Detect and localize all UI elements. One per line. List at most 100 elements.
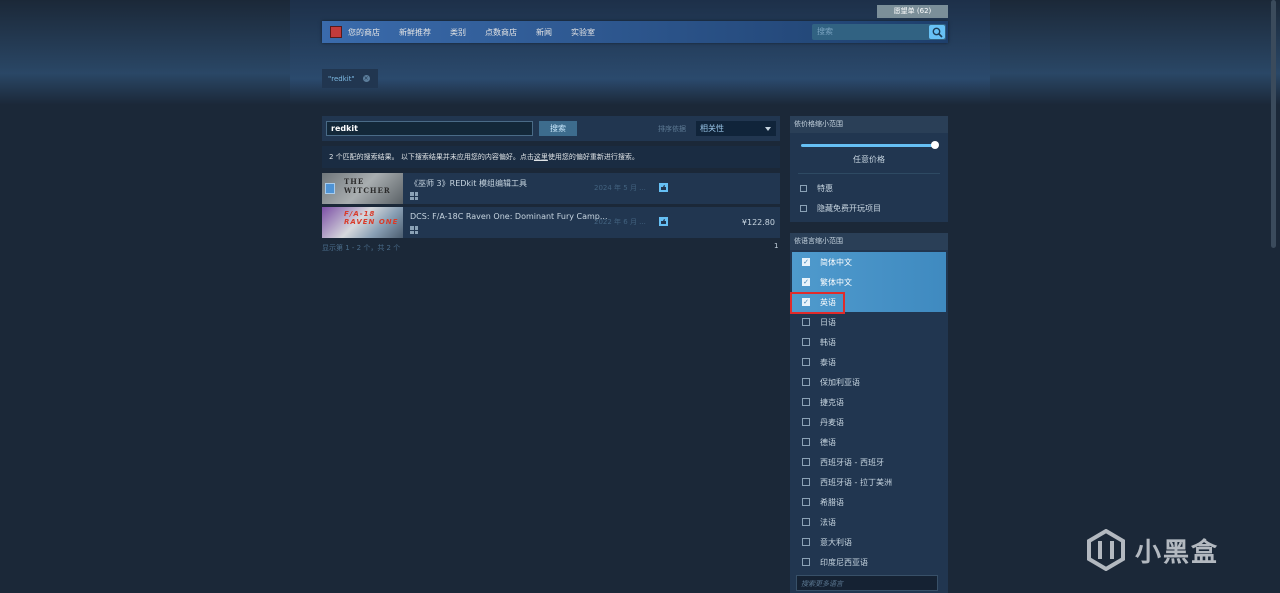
checkbox-box	[802, 398, 810, 406]
language-label: 西班牙语 - 拉丁美洲	[820, 477, 892, 487]
language-label: 德语	[820, 437, 836, 447]
nav-labs[interactable]: 实验室	[571, 27, 595, 38]
language-option[interactable]: 希腊语	[792, 492, 946, 512]
store-avatar-icon	[330, 26, 342, 38]
search-term-tag-label: "redkit"	[328, 74, 355, 83]
language-option[interactable]: 泰语	[792, 352, 946, 372]
language-label: 丹麦语	[820, 417, 844, 427]
language-filter-title: 依语言缩小范围	[790, 233, 948, 250]
language-option[interactable]: 捷克语	[792, 392, 946, 412]
language-option[interactable]: 日语	[792, 312, 946, 332]
sort-value: 相关性	[700, 124, 724, 133]
language-option[interactable]: ✓ 简体中文	[792, 252, 946, 272]
checkbox-box	[800, 184, 807, 192]
checkbox-box	[802, 478, 810, 486]
special-offers-checkbox[interactable]: 特惠	[790, 178, 948, 198]
nav-news[interactable]: 新闻	[536, 27, 552, 38]
nav-your-store-label: 您的商店	[348, 27, 380, 37]
page-number[interactable]: 1	[774, 242, 778, 250]
language-option[interactable]: 意大利语	[792, 532, 946, 552]
heybox-logo-icon	[1087, 529, 1125, 571]
close-icon[interactable]: ×	[362, 75, 370, 82]
language-label: 日语	[820, 317, 836, 327]
language-option[interactable]: 西班牙语 - 拉丁美洲	[792, 472, 946, 492]
checkbox-box	[802, 498, 810, 506]
game-capsule-image: THE WITCHER	[322, 173, 403, 204]
review-thumb-icon	[659, 183, 668, 192]
language-option[interactable]: 西班牙语 - 西班牙	[792, 452, 946, 472]
price-slider-handle[interactable]	[931, 141, 939, 149]
divider	[798, 173, 940, 174]
capsule-title: THE WITCHER	[344, 177, 391, 195]
watermark: 小黑盒	[1085, 529, 1219, 571]
store-search-input[interactable]: 搜索	[812, 24, 926, 40]
nav-points-shop[interactable]: 点数商店	[485, 27, 517, 38]
watermark-text: 小黑盒	[1135, 537, 1220, 568]
result-info-prefix: 2 个匹配的搜索结果。 以下搜索结果并未应用您的内容偏好。点击	[329, 153, 534, 161]
price-slider-value: 任意价格	[853, 155, 885, 164]
language-label: 泰语	[820, 357, 836, 367]
search-result-row[interactable]: THE WITCHER 《巫师 3》REDkit 模组编辑工具 2024 年 5…	[322, 173, 780, 204]
search-result-info: 2 个匹配的搜索结果。 以下搜索结果并未应用您的内容偏好。点击这里使用您的偏好重…	[322, 146, 780, 168]
results-count: 显示第 1 - 2 个，共 2 个	[322, 244, 401, 252]
search-icon	[932, 27, 943, 38]
preferences-link[interactable]: 这里	[534, 153, 548, 161]
language-option[interactable]: 印度尼西亚语	[792, 552, 946, 572]
language-option[interactable]: ✓ 英语	[790, 292, 946, 314]
price-slider[interactable]	[801, 141, 939, 149]
windows-icon	[410, 226, 418, 234]
wishlist-button[interactable]: 愿望单 (62)	[877, 5, 948, 18]
chevron-down-icon	[765, 127, 771, 131]
sort-label: 排序依据	[658, 125, 686, 133]
page-scrollbar[interactable]	[1271, 0, 1276, 248]
language-label: 意大利语	[820, 537, 852, 547]
game-capsule-image: F/A-18 RAVEN ONE	[322, 207, 403, 238]
language-option[interactable]: 韩语	[792, 332, 946, 352]
checkbox-box	[802, 418, 810, 426]
capsule-title: F/A-18 RAVEN ONE	[344, 210, 399, 226]
result-title: 《巫师 3》REDkit 模组编辑工具	[410, 179, 527, 188]
store-nav-bar: 您的商店 新鲜推荐 类别 点数商店 新闻 实验室 搜索	[322, 21, 948, 43]
checkbox-box	[800, 204, 807, 212]
checkbox-box	[802, 538, 810, 546]
checkbox-box	[802, 338, 810, 346]
language-option[interactable]: 保加利亚语	[792, 372, 946, 392]
search-bar: redkit 搜索 排序依据 相关性	[322, 116, 780, 141]
store-search-button[interactable]	[929, 25, 945, 39]
hide-free-to-play-checkbox[interactable]: 隐藏免费开玩项目	[790, 198, 948, 218]
checkmark-icon: ✓	[803, 278, 809, 286]
language-option[interactable]: 法语	[792, 512, 946, 532]
checkbox-box: ✓	[802, 278, 810, 286]
release-date: 2022 年 6 月 ...	[594, 218, 646, 226]
language-option[interactable]: 丹麦语	[792, 412, 946, 432]
price-filter-title: 依价格缩小范围	[790, 116, 948, 133]
price-filter-panel: 依价格缩小范围 任意价格 特惠 隐藏免费开玩项目	[790, 116, 948, 222]
nav-your-store[interactable]: 您的商店	[330, 26, 380, 38]
search-result-row[interactable]: F/A-18 RAVEN ONE DCS: F/A-18C Raven One:…	[322, 207, 780, 238]
checkbox-box: ✓	[802, 258, 810, 266]
language-label: 法语	[820, 517, 836, 527]
nav-categories[interactable]: 类别	[450, 27, 466, 38]
search-button[interactable]: 搜索	[539, 121, 577, 136]
language-label: 简体中文	[820, 257, 852, 267]
dlc-icon	[325, 183, 335, 194]
language-label: 西班牙语 - 西班牙	[820, 457, 884, 467]
language-option[interactable]: ✓ 繁体中文	[792, 272, 946, 292]
search-term-input[interactable]: redkit	[326, 121, 533, 136]
checkbox-label: 隐藏免费开玩项目	[817, 203, 881, 213]
checkbox-box	[802, 358, 810, 366]
language-label: 保加利亚语	[820, 377, 860, 387]
sort-dropdown[interactable]: 相关性	[696, 121, 776, 136]
checkbox-box	[802, 318, 810, 326]
language-search-input[interactable]: 搜索更多语言	[796, 575, 938, 591]
result-title: DCS: F/A-18C Raven One: Dominant Fury Ca…	[410, 212, 608, 221]
language-option[interactable]: 德语	[792, 432, 946, 452]
checkbox-box	[802, 518, 810, 526]
nav-new-noteworthy[interactable]: 新鲜推荐	[399, 27, 431, 38]
language-filter-panel: 依语言缩小范围 ✓ 简体中文 ✓ 繁体中文 ✓ 英语日语韩语泰语保加利亚语捷克语丹麦语德语…	[790, 233, 948, 593]
search-term-tag[interactable]: "redkit" ×	[322, 69, 378, 88]
result-info-suffix: 使用您的偏好重新进行搜索。	[547, 153, 639, 161]
nav-items: 您的商店 新鲜推荐 类别 点数商店 新闻 实验室	[330, 21, 614, 43]
review-thumb-icon	[659, 217, 668, 226]
store-search-box: 搜索	[812, 24, 946, 40]
